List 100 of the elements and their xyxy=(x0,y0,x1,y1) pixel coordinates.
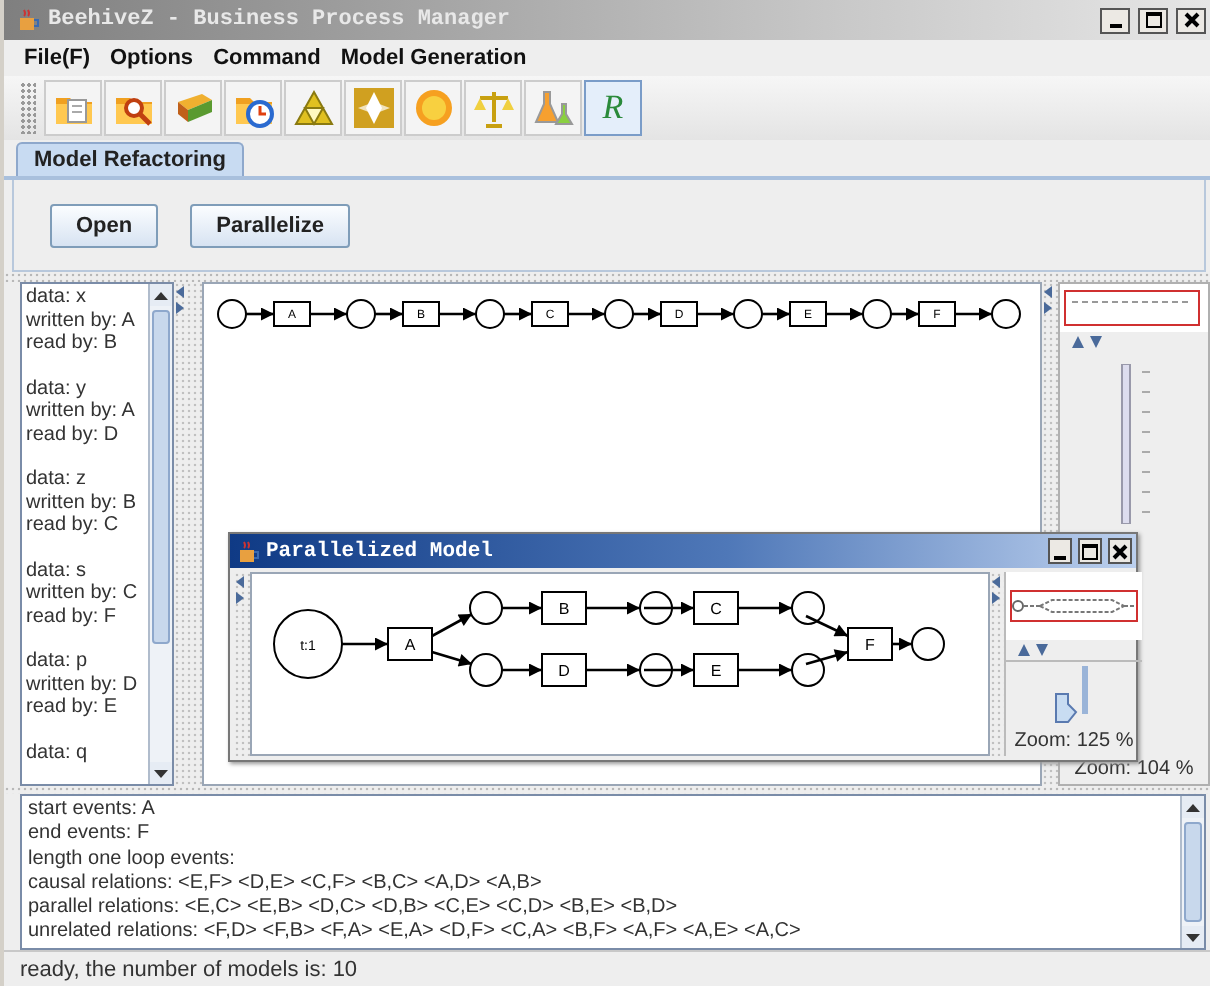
arrow xyxy=(431,612,473,638)
list-line: data: q xyxy=(26,741,90,764)
maximize-button[interactable] xyxy=(1138,7,1168,33)
transition-node: C xyxy=(693,591,739,625)
toolbar-grip[interactable] xyxy=(20,82,36,134)
scroll-up-icon[interactable] xyxy=(1186,803,1200,811)
list-line: data: y xyxy=(26,377,89,400)
maximize-button[interactable] xyxy=(1078,538,1102,564)
log-line: parallel relations: <E,C> <E,B> <D,C> <D,B> <C,E> <C,D> <B,E> <B,D> xyxy=(28,896,680,921)
list-line: written by: B xyxy=(26,491,139,514)
pattern-icon xyxy=(351,86,395,130)
transition-node: A xyxy=(387,627,433,661)
arrow xyxy=(644,663,694,677)
overview-thumbnail xyxy=(1064,290,1200,326)
list-line: written by: A xyxy=(26,309,137,332)
collapse-arrows-icon[interactable] xyxy=(990,576,1002,604)
arrow xyxy=(644,601,694,615)
place-node xyxy=(639,591,673,625)
minimize-icon xyxy=(1054,555,1066,559)
place-node xyxy=(791,591,825,625)
list-line: read by: D xyxy=(26,423,121,446)
status-text: ready, the number of models is: 10 xyxy=(20,957,358,981)
toolbar-button[interactable] xyxy=(164,80,222,136)
place-node xyxy=(604,299,634,329)
arrow xyxy=(892,637,912,651)
toolbar-button[interactable] xyxy=(284,80,342,136)
minimize-button[interactable] xyxy=(1048,538,1072,564)
maximize-icon xyxy=(1082,543,1098,559)
menu-item[interactable]: File(F) xyxy=(24,46,90,70)
menu-item[interactable]: Command xyxy=(213,46,321,70)
collapse-arrows-icon[interactable] xyxy=(1042,286,1054,314)
toolbar-button[interactable] xyxy=(44,80,102,136)
list-line: read by: C xyxy=(26,514,121,537)
arrow xyxy=(586,663,640,677)
list-line: data: p xyxy=(26,650,90,673)
arrow xyxy=(568,307,605,321)
action-button[interactable]: Parallelize xyxy=(190,203,350,247)
scroll-arrows-icon[interactable] xyxy=(1072,336,1104,348)
arrow xyxy=(738,601,792,615)
action-button[interactable]: Open xyxy=(50,203,159,247)
slider-thumb[interactable] xyxy=(1054,691,1078,724)
arrow xyxy=(375,307,403,321)
place-node xyxy=(733,299,763,329)
log-line: causal relations: <E,F> <D,E> <C,F> <B,C> <A,D> <A,B> xyxy=(28,871,544,897)
log-line: unrelated relations: <F,D> <F,B> <F,A> <E,A> <D,F> <C,A> <B,F> <A,F> <A,E> <A,C> xyxy=(28,920,803,946)
transition-node: F xyxy=(847,627,893,661)
close-button[interactable] xyxy=(1108,538,1132,564)
arrow xyxy=(762,307,790,321)
collapse-arrows-icon[interactable] xyxy=(234,576,246,604)
arrow xyxy=(955,307,992,321)
app-icon xyxy=(236,539,260,563)
list-line: read by: B xyxy=(26,332,120,355)
place-node xyxy=(639,653,673,687)
transition-node: E xyxy=(693,653,739,687)
place-node xyxy=(862,299,892,329)
list-line: data: x xyxy=(26,286,89,309)
toolbar-button[interactable] xyxy=(104,80,162,136)
arrow xyxy=(342,637,388,651)
transition-node: B xyxy=(541,591,587,625)
list-line: data: z xyxy=(26,468,89,491)
zoom-label: Zoom: 125 % xyxy=(1014,728,1134,756)
maximize-icon xyxy=(1145,12,1161,28)
window-title: BeehiveZ - Business Process Manager xyxy=(48,8,513,32)
scrollbar[interactable] xyxy=(1180,796,1204,948)
list-line: data: s xyxy=(26,559,89,582)
list-line: read by: F xyxy=(26,605,119,628)
tab[interactable]: Model Refactoring xyxy=(16,142,244,176)
arrow xyxy=(633,307,661,321)
scrollbar[interactable] xyxy=(148,284,172,784)
list-line: written by: A xyxy=(26,400,137,423)
toolbar-button[interactable] xyxy=(224,80,282,136)
place-node xyxy=(469,591,503,625)
place-node xyxy=(911,627,945,661)
arrow xyxy=(504,307,532,321)
place-node xyxy=(346,299,376,329)
sun-icon xyxy=(411,86,455,130)
scroll-up-icon[interactable] xyxy=(154,291,168,299)
close-icon xyxy=(1183,12,1199,28)
arrow xyxy=(891,307,919,321)
app-icon xyxy=(16,8,40,32)
collapse-arrows-icon[interactable] xyxy=(174,286,186,314)
scroll-down-icon[interactable] xyxy=(154,769,168,777)
minimize-button[interactable] xyxy=(1100,7,1130,33)
minimize-icon xyxy=(1109,24,1121,28)
scroll-thumb[interactable] xyxy=(1184,822,1202,922)
arrow xyxy=(586,601,640,615)
list-line: written by: C xyxy=(26,582,140,605)
menu-item[interactable]: Model Generation xyxy=(340,46,527,70)
scroll-arrows-icon[interactable] xyxy=(1018,644,1050,656)
place-node xyxy=(791,653,825,687)
menu-item[interactable]: Options xyxy=(110,46,194,70)
log-line: start events: A xyxy=(28,798,157,823)
log-line: end events: F xyxy=(28,822,152,848)
close-button[interactable] xyxy=(1176,7,1206,33)
scales-icon xyxy=(471,86,515,130)
arrow xyxy=(310,307,347,321)
toolbar-button[interactable]: R xyxy=(584,80,642,136)
toolbar-button[interactable] xyxy=(524,80,582,136)
scroll-thumb[interactable] xyxy=(152,310,170,644)
scroll-down-icon[interactable] xyxy=(1186,933,1200,941)
